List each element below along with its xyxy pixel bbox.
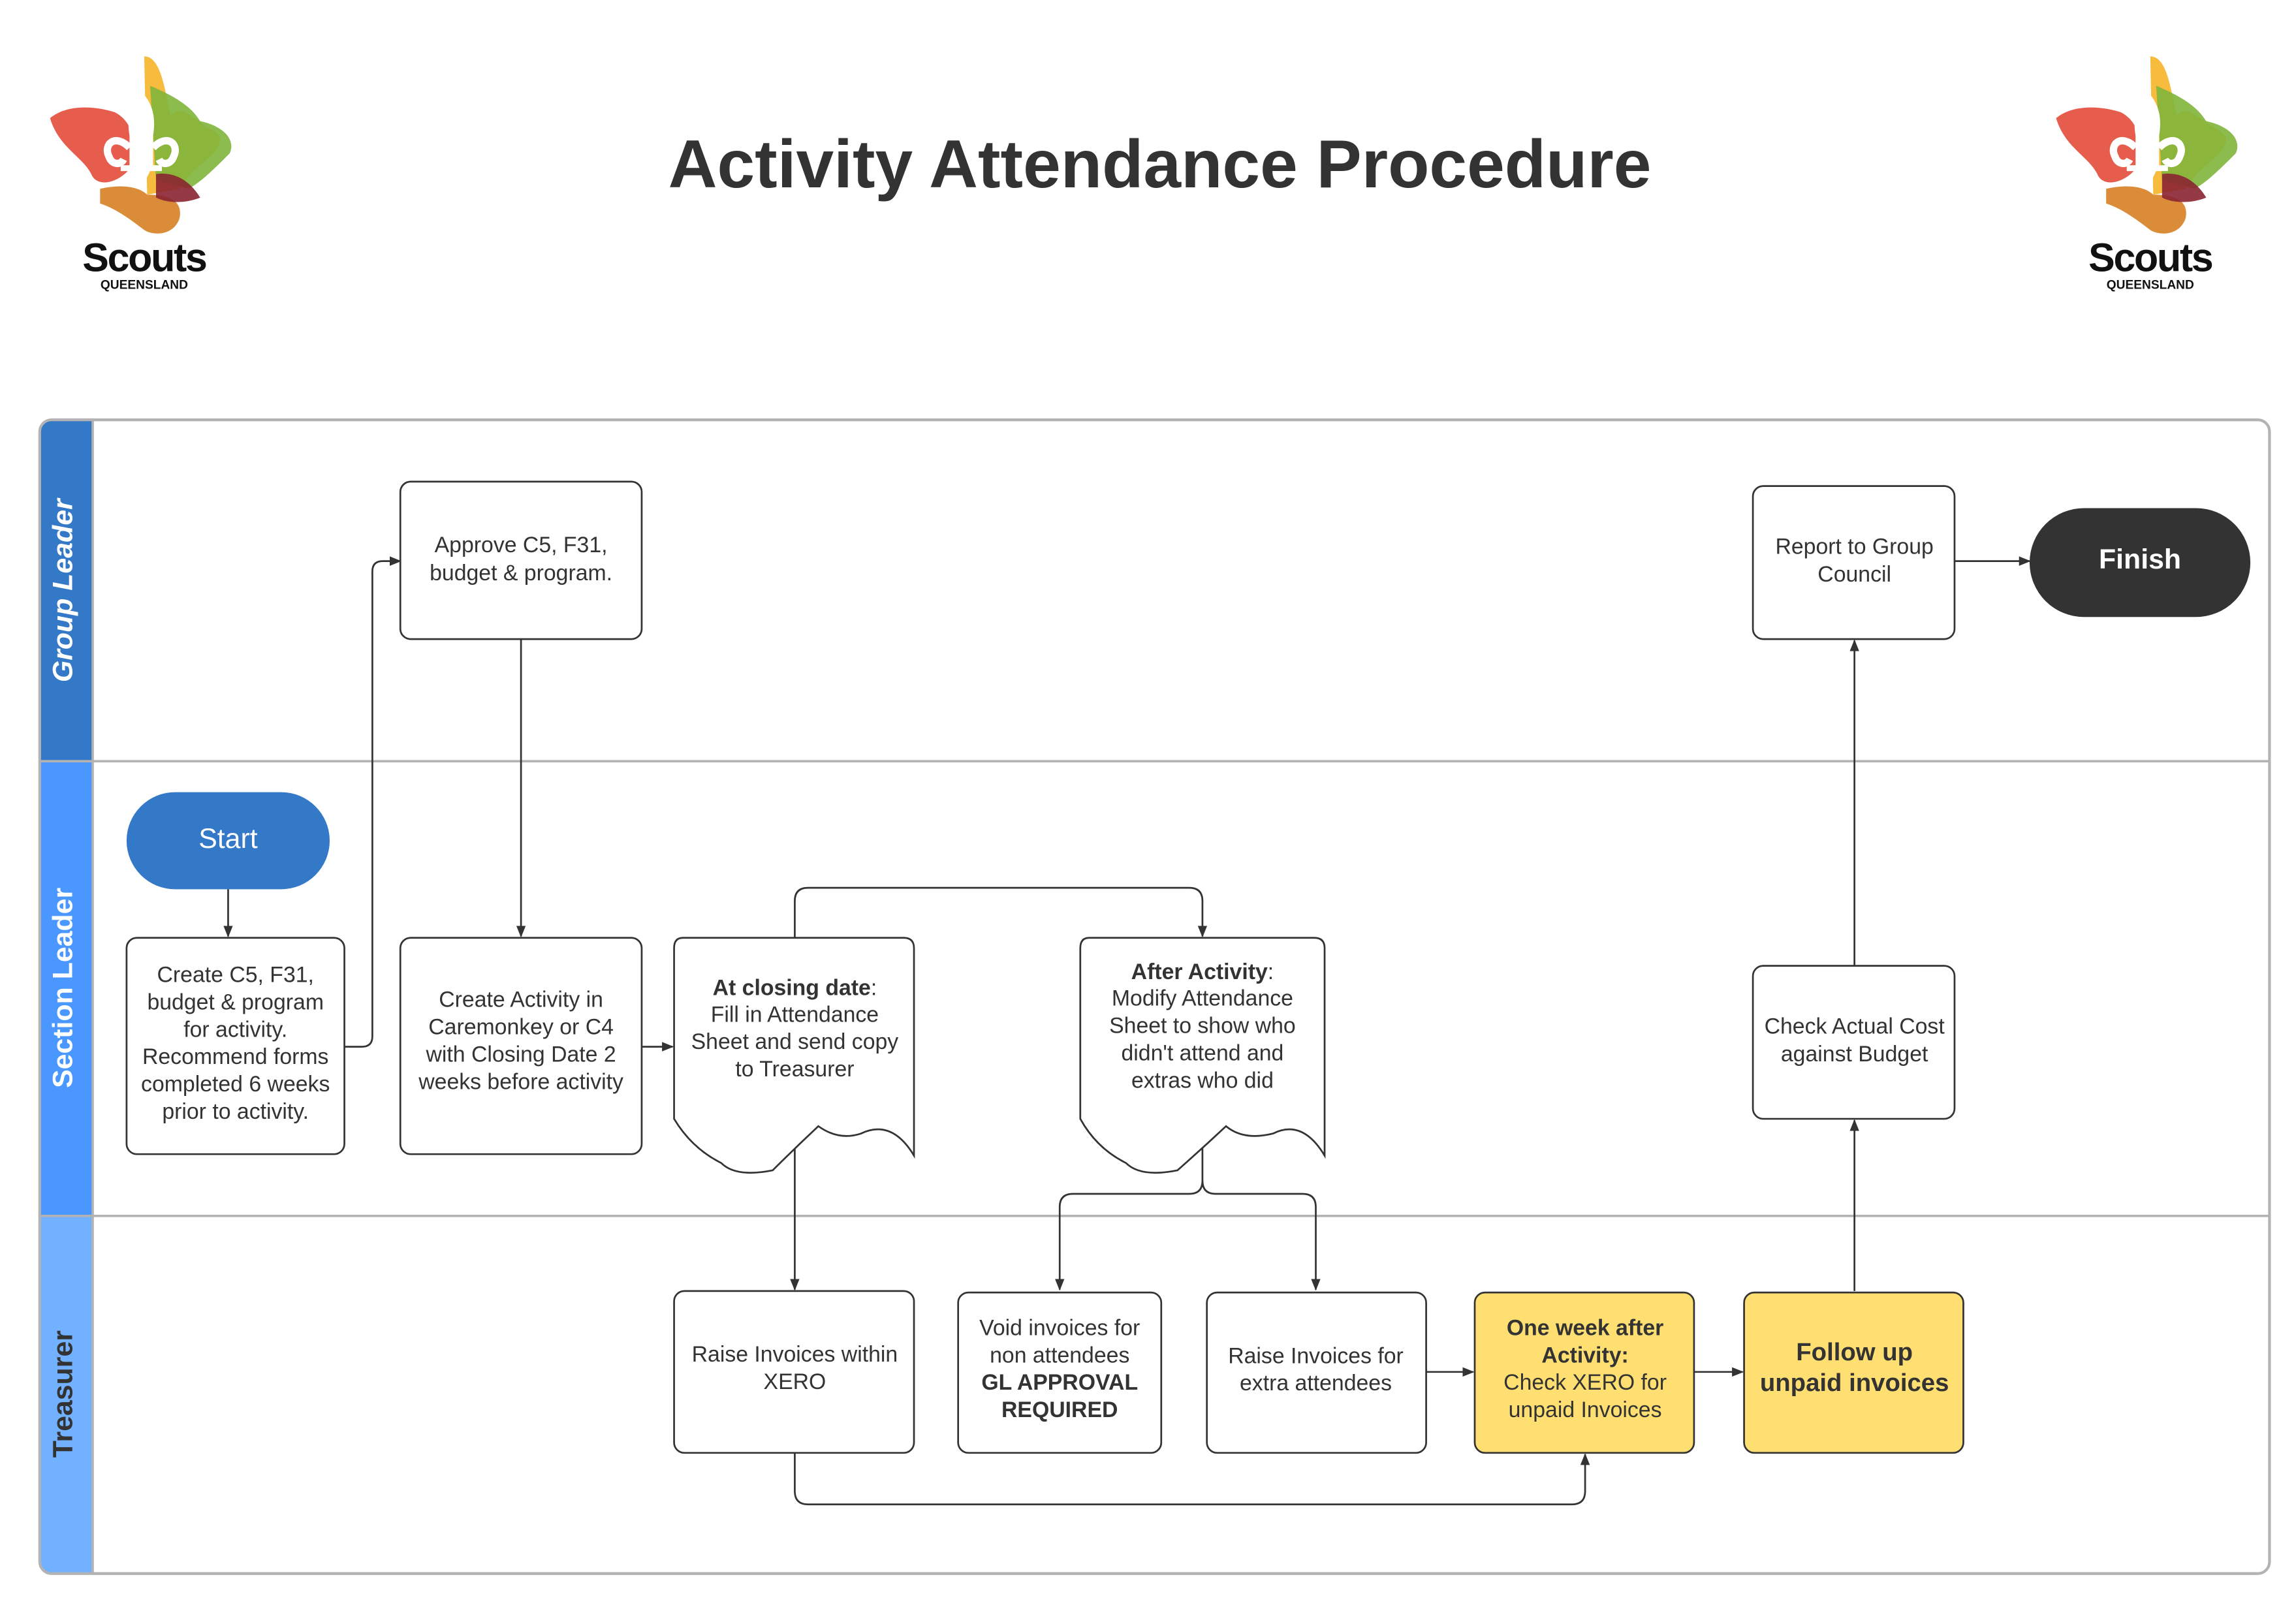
text-line: Report to Group xyxy=(1775,534,1933,559)
text-line: Approve C5, F31, xyxy=(435,533,608,557)
text-line: Create C5, F31, xyxy=(157,962,313,987)
text-line: Check XERO for xyxy=(1503,1370,1667,1395)
scouts-logo-left: Scouts QUEENSLAND xyxy=(50,56,232,292)
lane-label-group-leader: Group Leader xyxy=(47,497,78,682)
scouts-logo-right: Scouts QUEENSLAND xyxy=(2056,56,2238,292)
node-create-activity[interactable]: Create Activity in Caremonkey or C4 with C… xyxy=(399,937,643,1155)
page-title: Activity Attendance Procedure xyxy=(668,126,1652,202)
text-line: Void invoices for xyxy=(979,1315,1140,1340)
text-line: with Closing Date 2 xyxy=(426,1042,616,1067)
text-line: XERO xyxy=(764,1369,826,1394)
text-line: budget & program xyxy=(147,990,324,1014)
lane-label-treasurer: Treasurer xyxy=(47,1330,78,1458)
logo-wordmark: Scouts xyxy=(2088,235,2212,279)
text-line: Follow up xyxy=(1796,1338,1913,1366)
text-line: unpaid invoices xyxy=(1760,1369,1949,1397)
node-report[interactable]: Report to Group Council xyxy=(1752,485,1956,640)
text-line: extra attendees xyxy=(1240,1371,1392,1396)
start-label: Start xyxy=(198,823,258,854)
node-create-forms[interactable]: Create C5, F31, budget & program for activ… xyxy=(125,937,345,1155)
text-line: GL APPROVAL xyxy=(981,1370,1138,1395)
text-line: weeks before activity xyxy=(418,1070,623,1095)
text-line: Caremonkey or C4 xyxy=(428,1015,614,1040)
flowchart-canvas: Activity Attendance Procedure Scouts QUE… xyxy=(38,56,2271,1575)
text-line: Create Activity in xyxy=(439,988,603,1012)
text-line: Check Actual Cost xyxy=(1765,1014,1945,1038)
text-line: Recommend forms xyxy=(142,1044,328,1069)
text-line: against Budget xyxy=(1781,1042,1928,1067)
fleur-de-lis-emblem-icon xyxy=(2056,56,2238,234)
text-line: Council xyxy=(1817,562,1891,587)
text-line: Modify Attendance xyxy=(1112,986,1293,1010)
node-void[interactable]: Void invoices for non attendees GL APPROV… xyxy=(957,1291,1163,1454)
node-follow-up[interactable]: Follow up unpaid invoices xyxy=(1743,1291,1964,1454)
text-line: prior to activity. xyxy=(162,1099,309,1124)
text-line: to Treasurer xyxy=(735,1057,854,1082)
text-line: non attendees xyxy=(990,1343,1129,1367)
lane-label-section-leader: Section Leader xyxy=(47,888,78,1088)
text-line: extras who did xyxy=(1131,1068,1274,1093)
text-line: Sheet and send copy xyxy=(691,1029,899,1054)
text-line: REQUIRED xyxy=(1001,1398,1118,1422)
text-line: Raise Invoices for xyxy=(1228,1343,1404,1368)
text-line: Activity: xyxy=(1541,1343,1628,1367)
node-heading: After Activity: xyxy=(1131,960,1274,984)
node-approve[interactable]: Approve C5, F31, budget & program. xyxy=(399,480,643,640)
node-finish[interactable]: Finish xyxy=(2029,508,2251,617)
node-heading: At closing date: xyxy=(713,976,877,1001)
node-raise-xero[interactable]: Raise Invoices within XERO xyxy=(673,1290,915,1454)
node-start[interactable]: Start xyxy=(126,792,330,890)
node-raise-extra[interactable]: Raise Invoices for extra attendees xyxy=(1206,1291,1427,1454)
node-one-week[interactable]: One week after Activity: Check XERO for un… xyxy=(1473,1291,1695,1454)
text-line: One week after xyxy=(1507,1315,1663,1340)
text-line: didn't attend and xyxy=(1121,1040,1283,1065)
text-line: completed 6 weeks xyxy=(141,1072,330,1097)
logo-wordmark: Scouts xyxy=(82,235,206,279)
logo-subtitle: QUEENSLAND xyxy=(2107,279,2194,292)
text-line: Sheet to show who xyxy=(1109,1013,1296,1038)
text-line: for activity. xyxy=(183,1017,287,1042)
node-check-cost[interactable]: Check Actual Cost against Budget xyxy=(1752,965,1956,1120)
logo-subtitle: QUEENSLAND xyxy=(101,279,188,292)
fleur-de-lis-emblem-icon xyxy=(50,56,232,234)
text-line: budget & program. xyxy=(430,561,612,586)
text-line: unpaid Invoices xyxy=(1509,1398,1662,1422)
text-line: Raise Invoices within xyxy=(692,1342,898,1367)
text-line: Fill in Attendance xyxy=(711,1002,879,1027)
finish-label: Finish xyxy=(2099,544,2181,575)
